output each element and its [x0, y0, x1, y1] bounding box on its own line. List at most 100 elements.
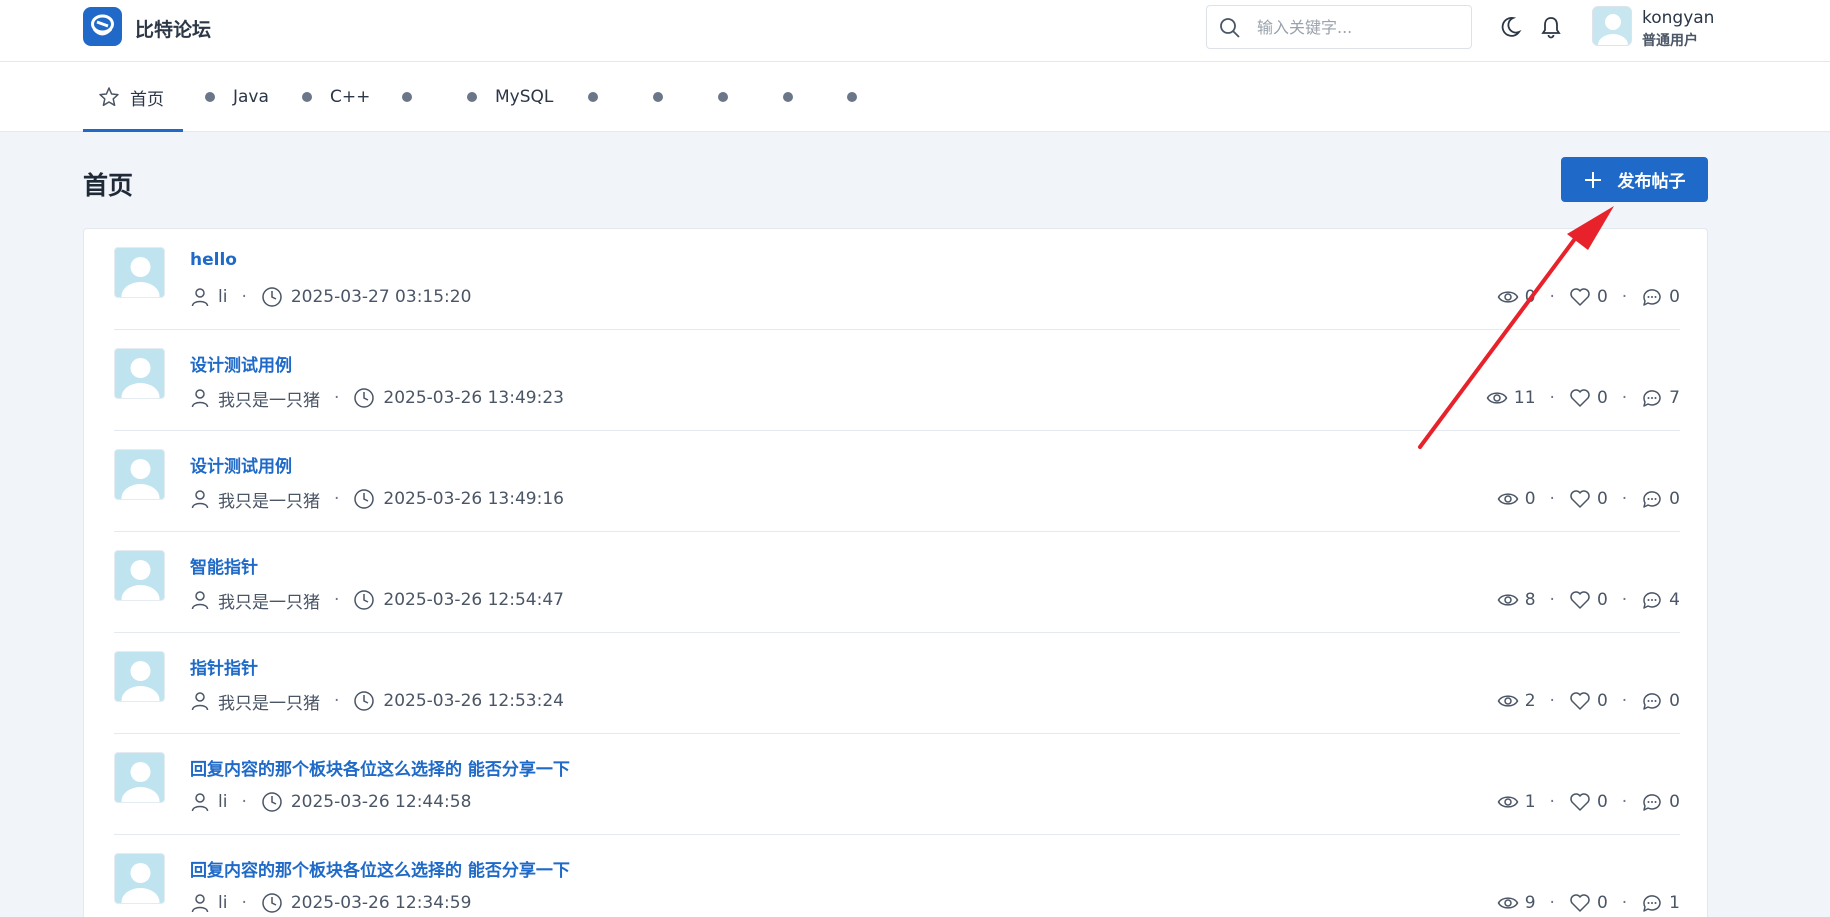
author-avatar[interactable] [114, 348, 165, 399]
post-author[interactable]: 我只是一只猪 [218, 588, 320, 613]
list-item[interactable]: 设计测试用例 我只是一只猪 · 2025-03-26 13:49:23 11 ·… [114, 330, 1680, 431]
author-avatar[interactable] [114, 651, 165, 702]
user-icon [191, 793, 209, 812]
list-item[interactable]: 智能指针 我只是一只猪 · 2025-03-26 12:54:47 8 · 0 … [114, 532, 1680, 633]
nav-item-9[interactable] [847, 62, 875, 132]
post-title[interactable]: 回复内容的那个板块各位这么选择的 能否分享一下 [190, 755, 570, 780]
heart-icon [1570, 591, 1590, 609]
author-avatar[interactable] [114, 853, 165, 904]
post-meta: li · 2025-03-26 12:34:59 [190, 890, 471, 916]
eye-icon [1497, 695, 1519, 707]
post-title[interactable]: 设计测试用例 [190, 452, 292, 477]
post-title[interactable]: 设计测试用例 [190, 351, 292, 376]
comments-count: 0 [1669, 489, 1680, 509]
post-meta: 我只是一只猪 · 2025-03-26 13:49:16 [190, 486, 564, 512]
nav-item-home[interactable]: 首页 [98, 62, 164, 132]
likes-count: 0 [1596, 792, 1608, 812]
comment-icon [1643, 794, 1661, 811]
dot-icon [302, 92, 312, 102]
post-time: 2025-03-26 12:44:58 [290, 792, 472, 812]
eye-icon [1497, 796, 1519, 808]
author-avatar[interactable] [114, 752, 165, 803]
nav-item-java[interactable]: Java [205, 62, 269, 132]
clock-icon [262, 893, 282, 913]
nav-item-7[interactable] [718, 62, 746, 132]
nav-item-cpp[interactable]: C++ [302, 62, 370, 132]
eye-icon [1497, 493, 1519, 505]
nav-item-5[interactable] [588, 62, 616, 132]
nav-item-6[interactable] [653, 62, 681, 132]
clock-icon [262, 287, 282, 307]
comments-count: 4 [1669, 590, 1680, 610]
clock-icon [354, 388, 375, 408]
post-title[interactable]: 指针指针 [190, 654, 258, 679]
post-author[interactable]: 我只是一只猪 [218, 386, 320, 411]
clock-icon [262, 792, 282, 812]
search-box[interactable] [1206, 5, 1472, 49]
post-time: 2025-03-26 13:49:16 [383, 489, 564, 509]
comment-icon [1643, 592, 1661, 609]
clock-icon [354, 691, 375, 711]
post-list: hello li · 2025-03-27 03:15:20 0 · 0 · 0… [83, 228, 1708, 917]
author-avatar[interactable] [114, 550, 165, 601]
nav-item-mysql[interactable]: MySQL [467, 62, 553, 132]
post-author[interactable]: li [218, 893, 227, 913]
user-name[interactable]: kongyan [1642, 8, 1714, 28]
nav-item-label: Java [233, 87, 269, 107]
nav-item-8[interactable] [783, 62, 811, 132]
post-stats: 0 · 0 · 0 [1497, 284, 1680, 310]
post-stats: 11 · 0 · 7 [1486, 385, 1680, 411]
post-author[interactable]: li [218, 287, 227, 307]
plus-icon [1584, 171, 1601, 188]
comment-icon [1643, 289, 1661, 306]
nav-item-3[interactable] [402, 62, 430, 132]
post-stats: 1 · 0 · 0 [1497, 789, 1680, 815]
comment-icon [1643, 895, 1661, 912]
list-item[interactable]: hello li · 2025-03-27 03:15:20 0 · 0 · 0 [114, 229, 1680, 330]
page-title: 首页 [83, 171, 134, 200]
author-avatar[interactable] [114, 247, 165, 298]
dot-icon [205, 92, 215, 102]
post-time: 2025-03-27 03:15:20 [290, 287, 472, 307]
list-item[interactable]: 指针指针 我只是一只猪 · 2025-03-26 12:53:24 2 · 0 … [114, 633, 1680, 734]
list-item[interactable]: 回复内容的那个板块各位这么选择的 能否分享一下 li · 2025-03-26 … [114, 734, 1680, 835]
views-count: 0 [1524, 489, 1536, 509]
views-count: 11 [1513, 388, 1536, 408]
post-title[interactable]: 回复内容的那个板块各位这么选择的 能否分享一下 [190, 856, 570, 881]
bell-icon[interactable] [1538, 14, 1564, 40]
post-author[interactable]: 我只是一只猪 [218, 487, 320, 512]
user-icon [191, 692, 209, 711]
views-count: 2 [1524, 691, 1536, 711]
post-meta: 我只是一只猪 · 2025-03-26 13:49:23 [190, 385, 564, 411]
heart-icon [1570, 692, 1590, 710]
comment-icon [1643, 390, 1661, 407]
list-item[interactable]: 设计测试用例 我只是一只猪 · 2025-03-26 13:49:16 0 · … [114, 431, 1680, 532]
comments-count: 0 [1669, 287, 1680, 307]
logo-icon[interactable] [83, 7, 122, 46]
author-avatar[interactable] [114, 449, 165, 500]
post-time: 2025-03-26 12:54:47 [383, 590, 564, 610]
post-stats: 0 · 0 · 0 [1497, 486, 1680, 512]
post-stats: 2 · 0 · 0 [1497, 688, 1680, 714]
clock-icon [354, 489, 375, 509]
views-count: 0 [1524, 287, 1536, 307]
list-item[interactable]: 回复内容的那个板块各位这么选择的 能否分享一下 li · 2025-03-26 … [114, 835, 1680, 917]
user-icon [191, 389, 209, 408]
post-title[interactable]: hello [190, 250, 237, 270]
comments-count: 1 [1669, 893, 1680, 913]
post-stats: 9 · 0 · 1 [1497, 890, 1680, 916]
clock-icon [354, 590, 375, 610]
post-author[interactable]: li [218, 792, 227, 812]
dark-mode-icon[interactable] [1497, 14, 1523, 40]
user-icon [191, 490, 209, 509]
comment-icon [1643, 491, 1661, 508]
board-nav: 首页 Java C++ MySQL [0, 62, 1830, 132]
eye-icon [1497, 594, 1519, 606]
new-post-button[interactable]: 发布帖子 [1561, 157, 1708, 202]
search-input[interactable] [1257, 14, 1457, 40]
post-title[interactable]: 智能指针 [190, 553, 258, 578]
dot-icon [718, 92, 728, 102]
post-author[interactable]: 我只是一只猪 [218, 689, 320, 714]
heart-icon [1570, 389, 1590, 407]
user-avatar[interactable] [1592, 6, 1632, 46]
